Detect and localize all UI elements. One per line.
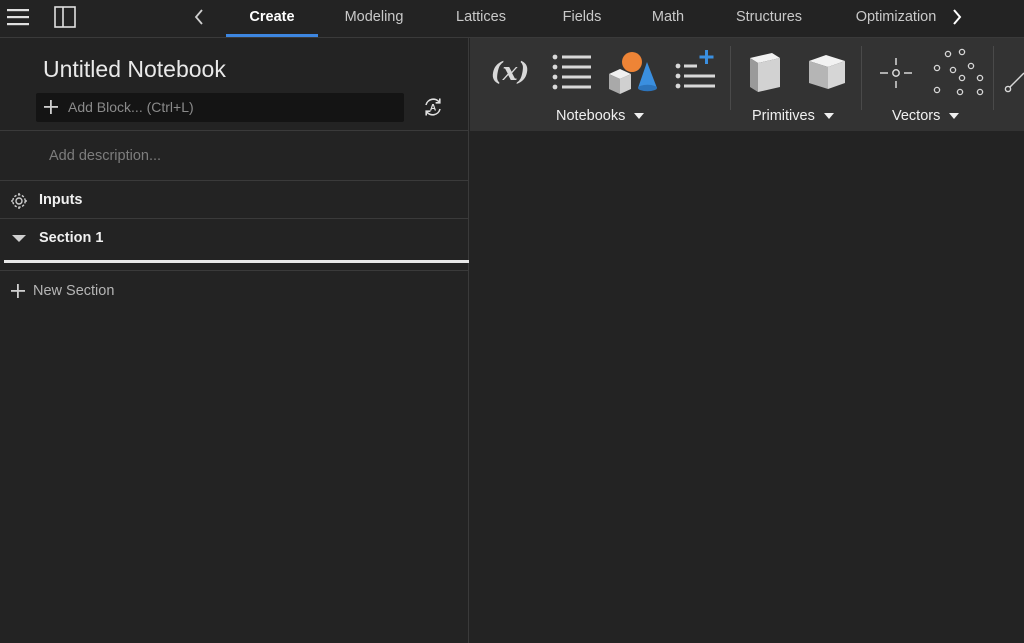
notebook-panel: Untitled Notebook Add Block... (Ctrl+L) … bbox=[0, 38, 469, 643]
ribbon-toolbar: (x) Notebooks Primitives Vectors bbox=[470, 38, 1024, 131]
tab-create[interactable]: Create bbox=[226, 0, 318, 38]
inputs-item[interactable]: Inputs bbox=[0, 182, 469, 218]
divider bbox=[0, 180, 469, 181]
tab-fields[interactable]: Fields bbox=[532, 0, 632, 38]
variable-icon[interactable]: (x) bbox=[488, 52, 532, 92]
inputs-label: Inputs bbox=[39, 192, 83, 208]
caret-down-icon bbox=[634, 113, 645, 120]
notebooks-group-label: Notebooks bbox=[556, 108, 626, 124]
add-block-placeholder: Add Block... (Ctrl+L) bbox=[68, 99, 194, 115]
divider bbox=[0, 270, 469, 271]
tab-optimization[interactable]: Optimization bbox=[834, 0, 958, 38]
vectors-group-dropdown[interactable]: Vectors bbox=[892, 108, 960, 128]
section-drop-line bbox=[4, 260, 469, 263]
vectors-group-label: Vectors bbox=[892, 108, 941, 124]
list-icon[interactable] bbox=[550, 50, 592, 92]
toggle-panel-icon[interactable] bbox=[53, 5, 77, 29]
auto-run-icon[interactable]: A bbox=[422, 96, 444, 118]
tab-math[interactable]: Math bbox=[632, 0, 704, 38]
app-window: Create Modeling Lattices Fields Math Str… bbox=[0, 0, 1024, 643]
primitive-shapes-icon[interactable] bbox=[606, 48, 662, 98]
toolbar-separator bbox=[993, 46, 994, 110]
collapse-triangle-icon[interactable] bbox=[10, 230, 28, 248]
caret-down-icon bbox=[823, 113, 834, 120]
section-item[interactable]: Section 1 bbox=[0, 220, 469, 256]
hamburger-menu-icon[interactable] bbox=[6, 6, 30, 28]
point-cloud-icon[interactable] bbox=[930, 46, 986, 98]
top-bar: Create Modeling Lattices Fields Math Str… bbox=[0, 0, 1024, 38]
add-block-input[interactable]: Add Block... (Ctrl+L) bbox=[36, 93, 404, 122]
tab-lattices[interactable]: Lattices bbox=[430, 0, 532, 38]
svg-text:(x): (x) bbox=[491, 57, 530, 86]
line-icon[interactable] bbox=[1002, 64, 1024, 94]
point-icon[interactable] bbox=[878, 56, 914, 90]
new-section-label: New Section bbox=[33, 283, 115, 299]
divider bbox=[0, 130, 469, 131]
description-field[interactable]: Add description... bbox=[49, 148, 161, 164]
add-list-icon[interactable] bbox=[673, 48, 719, 94]
inputs-gear-icon bbox=[11, 193, 27, 209]
primitives-group-label: Primitives bbox=[752, 108, 815, 124]
ribbon-tabs: Create Modeling Lattices Fields Math Str… bbox=[226, 0, 958, 38]
chevron-left-icon[interactable] bbox=[190, 6, 208, 28]
caret-down-icon bbox=[949, 113, 960, 120]
svg-text:A: A bbox=[430, 103, 437, 113]
notebooks-group-dropdown[interactable]: Notebooks bbox=[556, 108, 645, 128]
toolbar-separator bbox=[730, 46, 731, 110]
chevron-right-icon[interactable] bbox=[948, 6, 966, 28]
cube-icon[interactable] bbox=[806, 50, 850, 94]
divider bbox=[0, 218, 469, 219]
tab-modeling[interactable]: Modeling bbox=[318, 0, 430, 38]
tab-structures[interactable]: Structures bbox=[704, 0, 834, 38]
plus-icon bbox=[44, 100, 58, 114]
primitives-group-dropdown[interactable]: Primitives bbox=[752, 108, 834, 128]
plus-icon bbox=[11, 284, 25, 298]
section-label: Section 1 bbox=[39, 230, 104, 246]
toolbar-separator bbox=[861, 46, 862, 110]
canvas-area[interactable] bbox=[470, 131, 1024, 643]
box-icon[interactable] bbox=[746, 50, 786, 96]
notebook-title[interactable]: Untitled Notebook bbox=[43, 56, 226, 83]
